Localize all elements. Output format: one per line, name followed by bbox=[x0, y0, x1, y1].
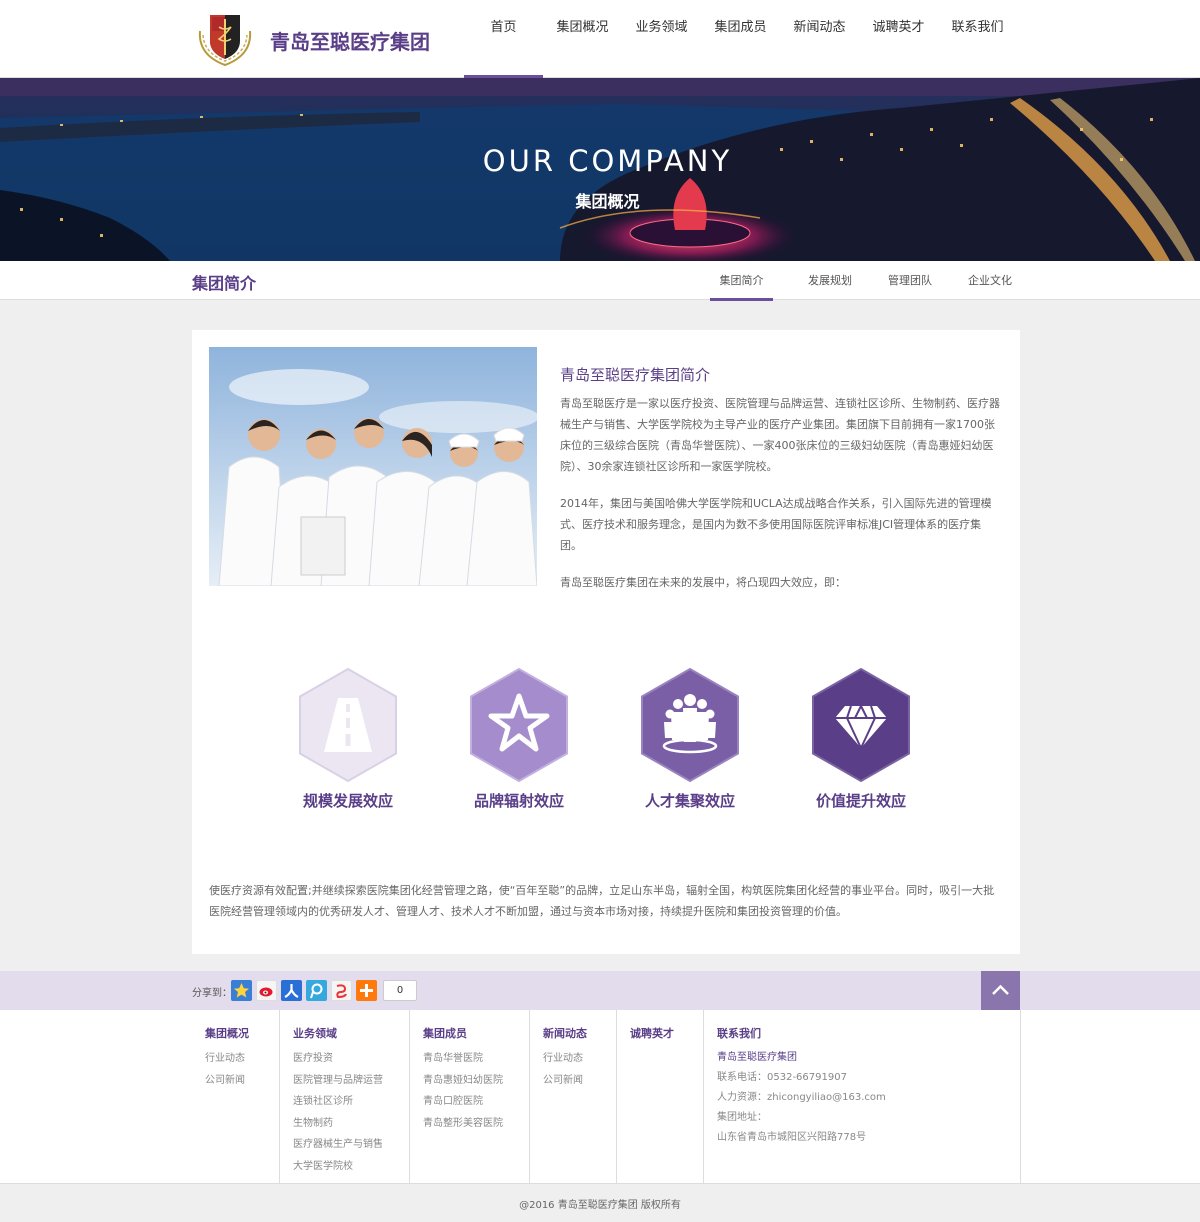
share-icons: 0 bbox=[231, 980, 417, 1001]
tab-plan[interactable]: 发展规划 bbox=[790, 261, 870, 300]
footer-link[interactable]: 公司新闻 bbox=[205, 1070, 279, 1092]
more-share-icon[interactable] bbox=[356, 980, 377, 1001]
logo-text: 青岛至聪医疗集团 bbox=[270, 29, 430, 54]
tab-culture[interactable]: 企业文化 bbox=[950, 261, 1030, 300]
footer-company-name: 青岛至聪医疗集团 bbox=[717, 1052, 797, 1063]
footer-link[interactable]: 青岛整形美容医院 bbox=[423, 1113, 529, 1135]
footer-col-news: 新闻动态 行业动态 公司新闻 bbox=[529, 1010, 616, 1184]
feature-label: 规模发展效应 bbox=[302, 792, 393, 810]
footer-col-business: 业务领域 医疗投资 医院管理与品牌运营 连锁社区诊所 生物制药 医疗器械生产与销… bbox=[279, 1010, 409, 1184]
share-label: 分享到： bbox=[192, 988, 232, 999]
footer-col-title[interactable]: 集团概况 bbox=[205, 1025, 279, 1041]
footer-link[interactable]: 医疗投资 bbox=[293, 1048, 409, 1070]
tsohu-icon[interactable] bbox=[331, 980, 352, 1001]
intro-paragraph-1: 青岛至聪医疗是一家以医疗投资、医院管理与品牌运营、连锁社区诊所、生物制药、医疗器… bbox=[560, 397, 1000, 473]
road-icon bbox=[299, 668, 397, 782]
renren-icon[interactable] bbox=[281, 980, 302, 1001]
footer-col-members: 集团成员 青岛华誉医院 青岛惠娅妇幼医院 青岛口腔医院 青岛整形美容医院 bbox=[409, 1010, 529, 1184]
share-bar: 分享到： 0 bbox=[0, 971, 1200, 1010]
section-title: 集团简介 bbox=[192, 274, 257, 293]
chevron-up-icon bbox=[992, 984, 1009, 995]
nav-careers[interactable]: 诚聘英才 bbox=[859, 0, 938, 78]
footer-col-overview: 集团概况 行业动态 公司新闻 bbox=[192, 1010, 279, 1184]
footer-link[interactable]: 连锁社区诊所 bbox=[293, 1091, 409, 1113]
feature-brand: 品牌辐射效应 bbox=[449, 668, 589, 811]
footer-link[interactable]: 青岛口腔医院 bbox=[423, 1091, 529, 1113]
feature-value: 价值提升效应 bbox=[791, 668, 931, 811]
site-header: 青岛至聪医疗集团 首页 集团概况 业务领域 集团成员 新闻动态 诚聘英才 联系我… bbox=[0, 0, 1200, 78]
subnav-tabs: 集团简介 发展规划 管理团队 企业文化 bbox=[710, 261, 1030, 301]
footer-link[interactable]: 生物制药 bbox=[293, 1113, 409, 1135]
footer-phone: 联系电话：0532-66791907 bbox=[717, 1072, 847, 1083]
nav-contact[interactable]: 联系我们 bbox=[938, 0, 1017, 78]
footer-address: 山东省青岛市城阳区兴阳路778号 bbox=[717, 1132, 867, 1143]
footer-col-title[interactable]: 业务领域 bbox=[293, 1025, 409, 1041]
nav-overview[interactable]: 集团概况 bbox=[543, 0, 622, 78]
footer-col-contact: 联系我们 青岛至聪医疗集团 联系电话：0532-66791907 人力资源：zh… bbox=[703, 1010, 1021, 1184]
qzone-icon[interactable] bbox=[231, 980, 252, 1001]
banner-title: OUR COMPANY bbox=[482, 144, 733, 178]
footer-link[interactable]: 行业动态 bbox=[543, 1048, 616, 1070]
footer-col-title[interactable]: 诚聘英才 bbox=[630, 1025, 703, 1041]
tab-intro[interactable]: 集团简介 bbox=[710, 261, 773, 301]
feature-label: 人才集聚效应 bbox=[644, 792, 735, 810]
diamond-icon bbox=[812, 668, 910, 782]
site-footer: 集团概况 行业动态 公司新闻 业务领域 医疗投资 医院管理与品牌运营 连锁社区诊… bbox=[0, 1010, 1200, 1184]
people-icon bbox=[641, 668, 739, 782]
footer-link[interactable]: 公司新闻 bbox=[543, 1070, 616, 1092]
main-nav: 首页 集团概况 业务领域 集团成员 新闻动态 诚聘英才 联系我们 bbox=[464, 0, 1017, 78]
footer-link[interactable]: 青岛惠娅妇幼医院 bbox=[423, 1070, 529, 1092]
section-subnav: 集团简介 集团简介 发展规划 管理团队 企业文化 bbox=[0, 261, 1200, 301]
banner-subtitle: 集团概况 bbox=[575, 192, 640, 211]
footer-link[interactable]: 医院管理与品牌运营 bbox=[293, 1070, 409, 1092]
footer-col-title[interactable]: 联系我们 bbox=[717, 1025, 1020, 1041]
hero-banner: OUR COMPANY 集团概况 bbox=[0, 78, 1200, 261]
footer-col-careers: 诚聘英才 bbox=[616, 1010, 703, 1184]
tqq-icon[interactable] bbox=[306, 980, 327, 1001]
footer-link[interactable]: 青岛华誉医院 bbox=[423, 1048, 529, 1070]
footer-address-label: 集团地址： bbox=[717, 1112, 767, 1123]
nav-news[interactable]: 新闻动态 bbox=[780, 0, 859, 78]
nav-business[interactable]: 业务领域 bbox=[622, 0, 701, 78]
logo[interactable]: 青岛至聪医疗集团 bbox=[192, 11, 452, 69]
back-to-top-button[interactable] bbox=[981, 971, 1020, 1010]
nav-home[interactable]: 首页 bbox=[464, 0, 543, 78]
weibo-icon[interactable] bbox=[256, 980, 277, 1001]
intro-title: 青岛至聪医疗集团简介 bbox=[560, 366, 711, 384]
footer-col-title[interactable]: 集团成员 bbox=[423, 1025, 529, 1041]
footer-link[interactable]: 大学医学院校 bbox=[293, 1156, 409, 1178]
footer-hr-email: 人力资源：zhicongyiliao@163.com bbox=[717, 1092, 886, 1103]
tab-team[interactable]: 管理团队 bbox=[870, 261, 950, 300]
four-effects: 规模发展效应 品牌辐射效应 人才集聚效应 价值提升效应 bbox=[192, 668, 1020, 818]
medical-staff-photo bbox=[209, 347, 537, 586]
logo-emblem-icon bbox=[192, 11, 258, 69]
star-icon bbox=[470, 668, 568, 782]
intro-text: 青岛至聪医疗集团简介 青岛至聪医疗是一家以医疗投资、医院管理与品牌运营、连锁社区… bbox=[560, 364, 1002, 609]
summary-paragraph: 使医疗资源有效配置;并继续探索医院集团化经营管理之路，使“百年至聪”的品牌，立足… bbox=[209, 884, 995, 918]
footer-link[interactable]: 行业动态 bbox=[205, 1048, 279, 1070]
nav-members[interactable]: 集团成员 bbox=[701, 0, 780, 78]
intro-paragraph-3: 青岛至聪医疗集团在未来的发展中，将凸现四大效应，即： bbox=[560, 576, 846, 589]
feature-scale: 规模发展效应 bbox=[278, 668, 418, 811]
share-count: 0 bbox=[383, 980, 417, 1001]
feature-label: 品牌辐射效应 bbox=[473, 792, 564, 810]
intro-paragraph-2: 2014年，集团与美国哈佛大学医学院和UCLA达成战略合作关系，引入国际先进的管… bbox=[560, 497, 992, 552]
copyright: @2016 青岛至聪医疗集团 版权所有 bbox=[519, 1200, 681, 1211]
content-card: 青岛至聪医疗集团简介 青岛至聪医疗是一家以医疗投资、医院管理与品牌运营、连锁社区… bbox=[192, 330, 1020, 954]
feature-talent: 人才集聚效应 bbox=[620, 668, 760, 811]
feature-label: 价值提升效应 bbox=[815, 792, 906, 810]
footer-col-title[interactable]: 新闻动态 bbox=[543, 1025, 616, 1041]
footer-link[interactable]: 医疗器械生产与销售 bbox=[293, 1134, 409, 1156]
